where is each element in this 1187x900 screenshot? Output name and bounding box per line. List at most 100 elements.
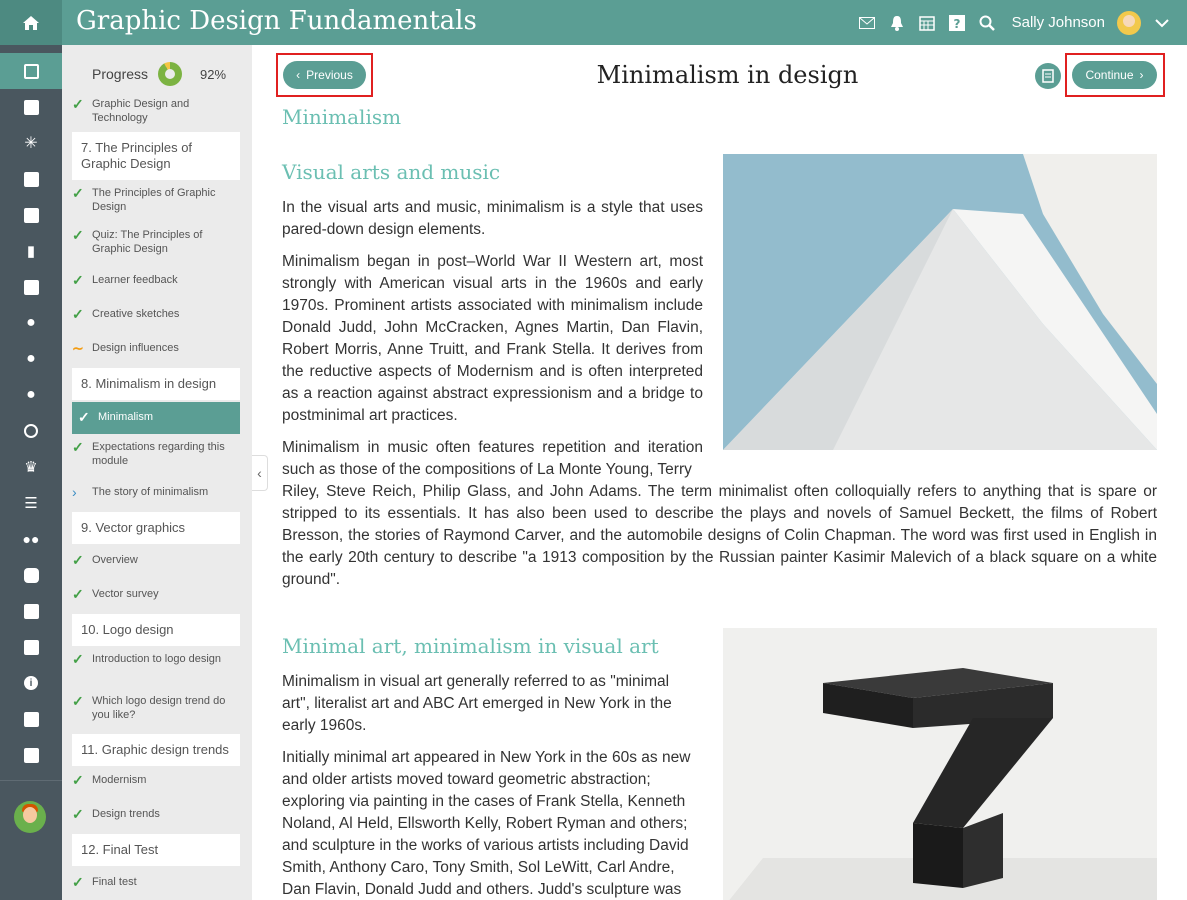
profile-avatar[interactable] <box>14 801 46 833</box>
sidebar-course-item[interactable] <box>0 53 62 89</box>
toc-section-header[interactable]: 7. The Principles of Graphic Design <box>72 132 240 180</box>
toc-lesson-item[interactable]: ✓ Quiz: The Principles of Graphic Design <box>72 228 240 256</box>
sidebar-book-item[interactable] <box>0 737 62 773</box>
section1-heading: Visual arts and music <box>282 160 501 184</box>
toc-lesson-item[interactable]: › The story of minimalism <box>72 485 240 499</box>
notification-bell-icon[interactable] <box>888 14 906 32</box>
course-icon <box>23 63 39 79</box>
toc-lesson-item[interactable]: ✓ Minimalism <box>72 402 240 434</box>
toc-lesson-item[interactable]: ✓ Expectations regarding this module <box>72 440 240 468</box>
toc-lesson-item[interactable]: ✓ Overview <box>72 553 240 567</box>
toc-lesson-label: Overview <box>92 554 138 566</box>
toc-lesson-item[interactable]: ∼ Design influences <box>72 341 240 355</box>
calendar-icon[interactable] <box>918 14 936 32</box>
chevron-right-icon: › <box>72 484 77 500</box>
section1-paragraph-3b: Riley, Steve Reich, Philip Glass, and Jo… <box>282 483 1157 588</box>
sidebar-info-item[interactable]: i <box>0 665 62 701</box>
checkmark-icon: ✓ <box>78 409 90 425</box>
toc-lesson-item[interactable]: ✓ Introduction to logo design <box>72 652 240 666</box>
checkmark-icon: ✓ <box>72 651 84 667</box>
mail-icon[interactable] <box>858 14 876 32</box>
toc-section-header[interactable]: 8. Minimalism in design <box>72 368 240 400</box>
sidebar-clock-item[interactable] <box>0 413 62 449</box>
sidebar-user-group-item[interactable]: ● <box>0 377 62 413</box>
checkmark-icon: ✓ <box>72 439 84 455</box>
sidebar-calendar-grid-item[interactable] <box>0 197 62 233</box>
user-avatar[interactable] <box>1117 10 1141 35</box>
toc-lesson-item[interactable]: ✓ Which logo design trend do you like? <box>72 694 240 722</box>
checkmark-icon: ✓ <box>72 693 84 709</box>
top-toolbar: ? Sally Johnson <box>858 0 1171 45</box>
progress-donut <box>158 62 183 86</box>
sidebar-spinner-item[interactable]: ✳ <box>0 125 62 161</box>
chevron-down-icon[interactable] <box>1153 14 1171 32</box>
toc-lesson-item[interactable]: ✓ Graphic Design and Technology <box>72 97 240 125</box>
progress-indicator: Progress 92% <box>92 62 226 86</box>
toc-lesson-item[interactable]: ✓ Creative sketches <box>72 307 240 321</box>
user-tie-icon: ● <box>26 350 36 367</box>
search-icon[interactable] <box>978 14 996 32</box>
toc-section-header[interactable]: 11. Graphic design trends <box>72 734 240 766</box>
list-icon: ☰ <box>24 495 38 512</box>
toc-section-header[interactable]: 9. Vector graphics <box>72 512 240 544</box>
sidebar-catalog-item[interactable] <box>0 89 62 125</box>
notes-button[interactable] <box>1035 63 1061 89</box>
sidebar-calendar-item[interactable] <box>0 629 62 665</box>
folder-icon <box>23 711 39 727</box>
catalog-icon <box>23 99 39 115</box>
main-sidebar: ✳ ▮ ● ● ● ♛ ☰ ●● i <box>0 45 62 900</box>
help-icon[interactable]: ? <box>948 14 966 32</box>
toc-lesson-item[interactable]: ✓ Learner feedback <box>72 273 240 287</box>
sidebar-chat-item[interactable] <box>0 557 62 593</box>
section1-paragraph-1: In the visual arts and music, minimalism… <box>282 199 703 238</box>
svg-text:?: ? <box>953 17 960 31</box>
spinner-icon: ✳ <box>24 135 38 152</box>
chat-icon <box>23 567 39 583</box>
continue-button[interactable]: Continue › <box>1072 61 1157 89</box>
sidebar-list-item[interactable]: ☰ <box>0 485 62 521</box>
toc-lesson-label: Graphic Design and Technology <box>92 98 190 124</box>
groups-icon: ●● <box>22 531 40 547</box>
checkmark-icon: ✓ <box>72 552 84 568</box>
sidebar-edit-item[interactable] <box>0 593 62 629</box>
toc-lesson-item[interactable]: ✓ The Principles of Graphic Design <box>72 186 240 214</box>
sidebar-check-item[interactable] <box>0 161 62 197</box>
sidebar-user-tie-item[interactable]: ● <box>0 341 62 377</box>
toc-lesson-item[interactable]: ✓ Modernism <box>72 773 240 787</box>
trophy-icon: ♛ <box>24 459 38 476</box>
in-progress-icon: ∼ <box>72 340 84 356</box>
sidebar-library-item[interactable] <box>0 269 62 305</box>
toc-lesson-label: Minimalism <box>98 411 153 423</box>
toc-lesson-label: Vector survey <box>92 588 159 600</box>
sidebar-groups-item[interactable]: ●● <box>0 521 62 557</box>
toc-lesson-label: Which logo design trend do you like? <box>92 695 226 721</box>
sidebar-trophy-item[interactable]: ♛ <box>0 449 62 485</box>
toc-lesson-item[interactable]: ✓ Final test <box>72 875 240 889</box>
checkmark-icon: ✓ <box>72 272 84 288</box>
user-name[interactable]: Sally Johnson <box>1012 14 1105 31</box>
sidebar-folder-item[interactable] <box>0 701 62 737</box>
toc-lesson-item[interactable]: ✓ Vector survey <box>72 587 240 601</box>
sidebar-chart-item[interactable]: ▮ <box>0 233 62 269</box>
book-icon <box>23 747 39 763</box>
toc-lesson-label: Design trends <box>92 808 160 820</box>
info-icon: i <box>24 676 38 690</box>
section2-paragraph-1: Minimalism in visual art generally refer… <box>282 673 672 734</box>
sidebar-user-item[interactable]: ● <box>0 305 62 341</box>
home-button[interactable] <box>0 0 62 45</box>
edit-icon <box>23 603 39 619</box>
collapse-toc-button[interactable]: ‹ <box>252 455 268 491</box>
toc-lesson-label: The story of minimalism <box>92 486 209 498</box>
calendar-grid-icon <box>23 207 39 223</box>
calendar-icon <box>23 639 39 655</box>
continue-label: Continue <box>1085 68 1134 82</box>
toc-lesson-label: Learner feedback <box>92 274 178 286</box>
toc-lesson-item[interactable]: ✓ Design trends <box>72 807 240 821</box>
toc-lesson-label: The Principles of Graphic Design <box>92 187 216 213</box>
sidebar-divider <box>0 780 62 781</box>
check-icon <box>23 171 39 187</box>
section2-heading: Minimal art, minimalism in visual art <box>282 634 659 658</box>
toc-section-header[interactable]: 10. Logo design <box>72 614 240 646</box>
toc-section-header[interactable]: 12. Final Test <box>72 834 240 866</box>
checkmark-icon: ✓ <box>72 227 84 243</box>
